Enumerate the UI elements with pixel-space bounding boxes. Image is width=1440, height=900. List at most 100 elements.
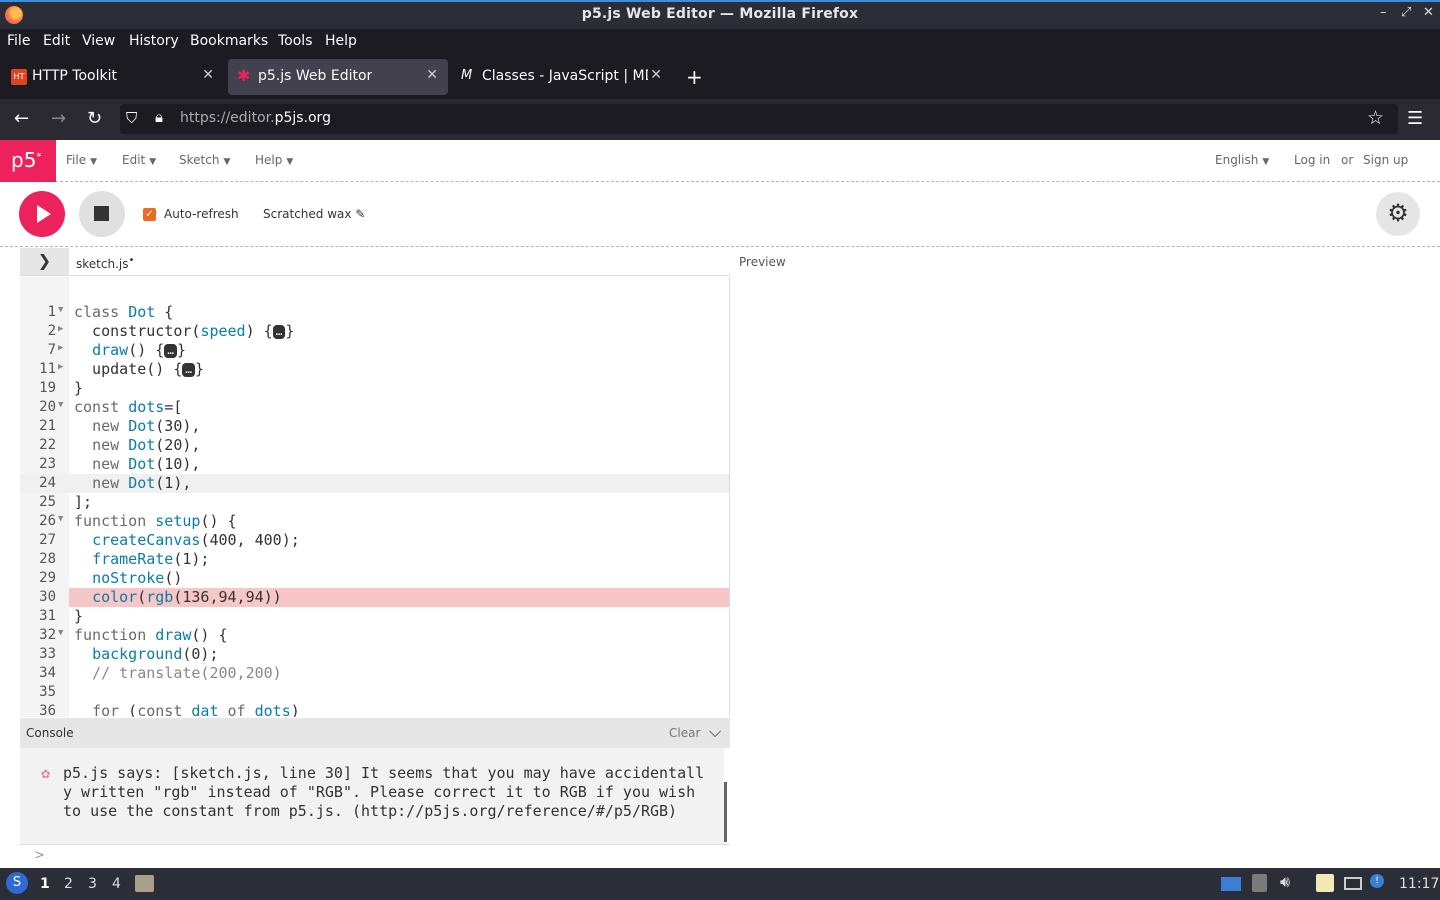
new-tab-icon[interactable]: + (686, 65, 703, 89)
signup-link[interactable]: Sign up (1363, 153, 1408, 167)
code-line[interactable]: 25]; (20, 493, 729, 512)
workspace-2[interactable]: 2 (64, 876, 73, 892)
console-input[interactable]: > (20, 844, 730, 868)
maximize-icon[interactable]: ⤢ (1401, 5, 1411, 20)
code-line[interactable]: 20 ▼ const dots=[ (20, 398, 729, 417)
network-icon[interactable] (1344, 877, 1362, 890)
chevron-right-icon: ❯ (37, 251, 52, 270)
code-line[interactable]: 1 ▼ class Dot { (20, 303, 729, 322)
navigation-toolbar: ← → ↻ ⛉ 🔒︎ https://editor.p5js.org ☆ ☰ (0, 99, 1440, 140)
workspace-1[interactable]: 1 (40, 876, 50, 892)
window-titlebar: p5.js Web Editor — Mozilla Firefox – ⤢ ✕ (0, 0, 1440, 29)
fold-closed-icon[interactable]: ▶ (58, 362, 63, 372)
code-line[interactable]: 34 // translate(200,200) (20, 664, 729, 683)
code-line[interactable]: 26 ▼ function setup() { (20, 512, 729, 531)
forward-icon[interactable]: → (51, 108, 66, 129)
folded-code-marker[interactable]: … (272, 324, 286, 339)
notification-icon[interactable]: ! (1370, 874, 1384, 888)
close-tab-icon[interactable]: ✕ (202, 67, 214, 83)
hamburger-menu-icon[interactable]: ☰ (1407, 108, 1423, 129)
tab-mdn-classes[interactable]: M Classes - JavaScript | MDN ✕ (452, 59, 672, 95)
p5-menu-edit[interactable]: Edit ▼ (122, 153, 156, 167)
menu-file[interactable]: File (7, 33, 30, 49)
menu-help[interactable]: Help (325, 33, 357, 49)
fold-open-icon[interactable]: ▼ (58, 628, 63, 638)
clipboard-icon[interactable] (1252, 874, 1267, 892)
tab-http-toolkit[interactable]: HT HTTP Toolkit ✕ (2, 59, 224, 95)
menu-history[interactable]: History (129, 33, 179, 49)
folded-code-marker[interactable]: … (164, 343, 177, 358)
reload-icon[interactable]: ↻ (87, 108, 102, 129)
code-line[interactable]: 33 background(0); (20, 645, 729, 664)
p5-menu-file[interactable]: File ▼ (66, 153, 97, 167)
fold-open-icon[interactable]: ▼ (58, 400, 63, 410)
code-line[interactable]: 7 ▶ draw() {…} (20, 341, 729, 360)
code-line[interactable]: 31} (20, 607, 729, 626)
p5-menu-help[interactable]: Help ▼ (255, 153, 293, 167)
auto-refresh-checkbox[interactable]: ✓ (143, 208, 156, 221)
language-select[interactable]: English ▼ (1215, 153, 1269, 167)
sidebar-toggle-button[interactable]: ❯ (20, 248, 69, 275)
code-line[interactable]: 21 new Dot(30), (20, 417, 729, 436)
code-line[interactable]: 28 frameRate(1); (20, 550, 729, 569)
code-line[interactable]: 29 noStroke() (20, 569, 729, 588)
play-button[interactable] (19, 191, 65, 237)
code-line[interactable]: 30 color(rgb(136,94,94)) (20, 588, 729, 607)
volume-icon[interactable]: 🔊︎ (1280, 872, 1290, 892)
code-line[interactable]: 27 createCanvas(400, 400); (20, 531, 729, 550)
code-line[interactable]: 23 new Dot(10), (20, 455, 729, 474)
code-line[interactable]: 19} (20, 379, 729, 398)
login-link[interactable]: Log in (1294, 153, 1330, 167)
code-line[interactable]: 35 (20, 683, 729, 702)
notes-icon[interactable] (1316, 874, 1334, 892)
p5-menu-sketch[interactable]: Sketch ▼ (179, 153, 230, 167)
line-number: 21 (39, 418, 56, 434)
code-line[interactable]: 22 new Dot(20), (20, 436, 729, 455)
file-manager-icon[interactable] (135, 875, 154, 892)
url-text[interactable]: https://editor.p5js.org (180, 110, 331, 126)
fold-closed-icon[interactable]: ▶ (58, 343, 63, 353)
display-icon[interactable] (1221, 877, 1241, 891)
tracking-shield-icon[interactable]: ⛉ (126, 109, 137, 127)
start-menu-icon[interactable]: S (6, 872, 28, 894)
console-title: Console (26, 726, 74, 740)
stop-button[interactable] (79, 191, 125, 237)
workspace-4[interactable]: 4 (112, 876, 121, 892)
code-text: createCanvas(400, 400); (92, 531, 300, 549)
workspace-3[interactable]: 3 (88, 876, 97, 892)
code-line[interactable]: 11 ▶ update() {…} (20, 360, 729, 379)
pencil-icon[interactable]: ✎ (355, 207, 365, 221)
code-line[interactable]: 36 for (const dat of dots) (20, 702, 729, 717)
sketch-name[interactable]: Scratched wax ✎ (263, 207, 365, 221)
tab-p5js-editor[interactable]: ✱ p5.js Web Editor ✕ (228, 59, 448, 95)
folded-code-marker[interactable]: … (182, 362, 195, 377)
code-line[interactable]: 32 ▼ function draw() { (20, 626, 729, 645)
menu-edit[interactable]: Edit (43, 33, 70, 49)
console-clear-button[interactable]: Clear (669, 726, 700, 740)
close-tab-icon[interactable]: ✕ (426, 67, 438, 83)
fold-closed-icon[interactable]: ▶ (58, 324, 63, 334)
code-editor[interactable]: 1 ▼ class Dot {2 ▶ constructor(speed) {…} 7 ▶… (20, 277, 730, 717)
lock-icon[interactable]: 🔒︎ (155, 108, 163, 126)
menu-bookmarks[interactable]: Bookmarks (190, 33, 268, 49)
code-line[interactable]: 24 new Dot(1), (20, 474, 729, 493)
play-icon (37, 205, 51, 223)
url-bar[interactable]: ⛉ 🔒︎ https://editor.p5js.org ☆ (120, 104, 1398, 134)
p5-logo[interactable]: p5* (0, 140, 56, 182)
close-tab-icon[interactable]: ✕ (650, 67, 662, 83)
collapse-console-icon[interactable]: ⌵ (709, 722, 721, 742)
code-text: new Dot(10), (92, 455, 201, 473)
file-name[interactable]: sketch.js• (76, 255, 134, 271)
console-scrollbar[interactable] (724, 782, 727, 842)
fold-open-icon[interactable]: ▼ (58, 305, 63, 315)
minimize-icon[interactable]: – (1380, 5, 1387, 20)
menu-view[interactable]: View (82, 33, 115, 49)
fold-open-icon[interactable]: ▼ (58, 514, 63, 524)
bookmark-star-icon[interactable]: ☆ (1367, 107, 1384, 129)
settings-button[interactable]: ⚙ (1376, 192, 1420, 236)
menu-tools[interactable]: Tools (278, 33, 313, 49)
code-line[interactable]: 2 ▶ constructor(speed) {…} (20, 322, 729, 341)
close-window-icon[interactable]: ✕ (1423, 5, 1434, 20)
back-icon[interactable]: ← (14, 108, 29, 129)
code-text: function setup() { (74, 512, 237, 530)
